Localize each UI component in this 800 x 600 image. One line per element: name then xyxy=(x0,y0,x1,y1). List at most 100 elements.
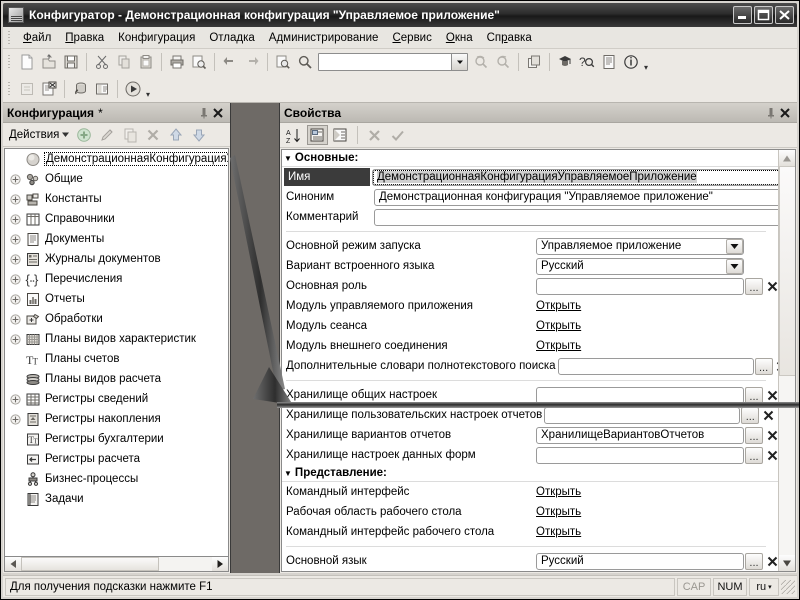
property-row[interactable]: Имя ДемонстрационнаяКонфигурацияУправляем… xyxy=(282,167,778,187)
menu-configuration[interactable]: Конфигурация xyxy=(111,29,202,47)
menu-edit[interactable]: Правка xyxy=(58,29,111,47)
menu-debug[interactable]: Отладка xyxy=(202,29,261,47)
property-row[interactable]: Основной режим запуска Управляемое прилож… xyxy=(282,236,778,256)
toolbar-grip-2[interactable] xyxy=(6,80,13,97)
expand-icon[interactable] xyxy=(9,253,22,266)
choose-value-button[interactable]: ... xyxy=(745,386,763,404)
maximize-button[interactable] xyxy=(754,6,773,24)
menu-file[interactable]: Файл xyxy=(16,29,58,47)
find-icon[interactable] xyxy=(272,51,294,73)
clear-value-icon[interactable] xyxy=(364,125,385,145)
syntax-assistant-icon[interactable] xyxy=(554,51,576,73)
expand-icon[interactable] xyxy=(9,333,22,346)
tree-item-11[interactable]: Планы видов расчета xyxy=(5,369,228,389)
config-tree-icon[interactable] xyxy=(16,78,38,100)
expand-icon[interactable] xyxy=(9,393,22,406)
clear-value-button[interactable] xyxy=(764,387,778,404)
open-icon[interactable] xyxy=(38,51,60,73)
property-row[interactable]: Хранилище настроек данных форм... xyxy=(282,445,778,465)
property-select-input[interactable]: ХранилищеВариантовОтчетов xyxy=(536,426,744,444)
find-previous-icon[interactable] xyxy=(492,51,514,73)
expand-icon[interactable] xyxy=(9,213,22,226)
menu-administration[interactable]: Администрирование xyxy=(262,29,386,47)
start-debug-icon[interactable] xyxy=(122,78,144,100)
save-icon[interactable] xyxy=(60,51,82,73)
tree-item-3[interactable]: Справочники xyxy=(5,209,228,229)
collapse-triangle-icon[interactable]: ▼ xyxy=(284,154,292,163)
expand-icon[interactable] xyxy=(9,273,22,286)
property-row[interactable]: Модуль управляемого приложения Открыть xyxy=(282,296,778,316)
property-row[interactable]: Основной язык Русский... xyxy=(282,551,778,571)
apply-value-icon[interactable] xyxy=(387,125,408,145)
menu-help[interactable]: Справка xyxy=(480,29,539,47)
property-row[interactable]: Командный интерфейс Открыть xyxy=(282,482,778,502)
property-text-input[interactable]: Демонстрационная конфигурация "Управляем… xyxy=(374,188,778,206)
tree-item-2[interactable]: Константы xyxy=(5,189,228,209)
property-row[interactable]: Комментарий xyxy=(282,207,778,227)
close-button[interactable] xyxy=(775,6,794,24)
tree-item-12[interactable]: Регистры сведений xyxy=(5,389,228,409)
clear-value-button[interactable] xyxy=(764,278,778,295)
clear-value-button[interactable] xyxy=(764,427,778,444)
property-select-input[interactable] xyxy=(557,357,754,375)
clear-value-button[interactable] xyxy=(764,553,778,570)
close-icon[interactable] xyxy=(210,105,226,121)
property-combobox[interactable]: Русский xyxy=(536,257,744,275)
tree-item-15[interactable]: Регистры расчета xyxy=(5,449,228,469)
redo-icon[interactable] xyxy=(241,51,263,73)
chevron-down-icon[interactable] xyxy=(726,258,743,274)
resize-grip[interactable] xyxy=(781,579,795,594)
tree-item-10[interactable]: T T Планы счетов xyxy=(5,349,228,369)
choose-value-button[interactable]: ... xyxy=(754,357,773,375)
property-row[interactable]: Модуль внешнего соединения Открыть xyxy=(282,336,778,356)
expand-icon[interactable] xyxy=(9,173,22,186)
menu-service[interactable]: Сервис xyxy=(385,29,438,47)
tree-item-14[interactable]: T T Регистры бухгалтерии xyxy=(5,429,228,449)
property-link[interactable]: Открыть xyxy=(536,506,581,518)
expand-icon[interactable] xyxy=(9,413,22,426)
print-preview-icon[interactable] xyxy=(188,51,210,73)
undo-icon[interactable] xyxy=(219,51,241,73)
collapse-triangle-icon[interactable]: ▼ xyxy=(284,469,292,478)
property-row[interactable]: Основная роль... xyxy=(282,276,778,296)
copy-icon[interactable] xyxy=(113,51,135,73)
pin-icon[interactable] xyxy=(765,106,777,120)
config-check-icon[interactable] xyxy=(38,78,60,100)
property-row[interactable]: Рабочая область рабочего стола Открыть xyxy=(282,502,778,522)
new-icon[interactable] xyxy=(16,51,38,73)
property-row[interactable]: Дополнительные словари полнотекстового п… xyxy=(282,356,778,376)
choose-value-button[interactable]: ... xyxy=(745,446,763,464)
property-select-input[interactable] xyxy=(544,406,741,424)
property-row[interactable]: Модуль сеанса Открыть xyxy=(282,316,778,336)
move-down-icon[interactable] xyxy=(188,124,210,146)
move-up-icon[interactable] xyxy=(165,124,187,146)
about-icon[interactable] xyxy=(620,51,642,73)
pin-icon[interactable] xyxy=(198,106,210,120)
help-search-icon[interactable]: ? xyxy=(576,51,598,73)
scroll-left-icon[interactable] xyxy=(5,557,21,571)
edit-icon[interactable] xyxy=(96,124,118,146)
clear-value-button[interactable] xyxy=(764,447,778,464)
sort-alphabetical-icon[interactable]: AZ xyxy=(284,125,305,145)
choose-value-button[interactable]: ... xyxy=(741,406,760,424)
group-by-category-icon[interactable] xyxy=(307,125,328,145)
property-row[interactable]: Вариант встроенного языка Русский xyxy=(282,256,778,276)
search-input[interactable] xyxy=(318,53,468,71)
property-group-header[interactable]: ▼ Основные: xyxy=(282,150,778,167)
tree-item-4[interactable]: Документы xyxy=(5,229,228,249)
property-text-input[interactable]: ДемонстрационнаяКонфигурацияУправляемоеП… xyxy=(372,168,778,186)
hscroll-track[interactable] xyxy=(21,557,212,571)
property-group-header[interactable]: ▼ Представление: xyxy=(282,465,778,482)
property-link[interactable]: Открыть xyxy=(536,300,581,312)
menubar-grip[interactable] xyxy=(6,29,13,46)
property-row[interactable]: Хранилище пользовательских настроек отче… xyxy=(282,405,778,425)
property-list-icon[interactable] xyxy=(330,125,351,145)
property-row[interactable]: Синоним Демонстрационная конфигурация "Уп… xyxy=(282,187,778,207)
content-icon[interactable] xyxy=(598,51,620,73)
expand-icon[interactable] xyxy=(9,293,22,306)
search-icon[interactable] xyxy=(294,51,316,73)
toolbar-overflow-icon[interactable]: ▾ xyxy=(644,63,648,75)
property-select-input[interactable] xyxy=(536,446,744,464)
scroll-right-icon[interactable] xyxy=(212,557,228,571)
cut-icon[interactable] xyxy=(91,51,113,73)
